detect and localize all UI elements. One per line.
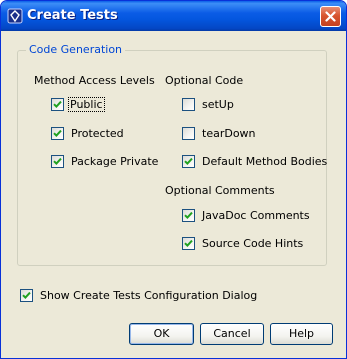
code-generation-legend: Code Generation <box>26 43 126 56</box>
check-icon <box>53 100 62 109</box>
close-button[interactable] <box>320 6 341 27</box>
app-icon <box>7 8 23 24</box>
javadoc-comments-checkbox[interactable] <box>182 209 195 222</box>
public-checkbox[interactable] <box>51 98 64 111</box>
create-tests-dialog: Create Tests Code Generation Method Acce… <box>0 0 347 359</box>
javadoc-comments-label: JavaDoc Comments <box>202 209 310 222</box>
check-icon <box>184 211 193 220</box>
setup-checkbox[interactable] <box>182 98 195 111</box>
protected-label: Protected <box>71 127 124 140</box>
default-method-bodies-checkbox[interactable] <box>182 155 195 168</box>
show-config-dialog-checkbox[interactable] <box>20 289 33 302</box>
teardown-label: tearDown <box>202 127 256 140</box>
teardown-checkbox[interactable] <box>182 127 195 140</box>
check-icon <box>53 157 62 166</box>
title-bar[interactable]: Create Tests <box>1 1 346 31</box>
source-code-hints-checkbox[interactable] <box>182 237 195 250</box>
show-config-dialog-label: Show Create Tests Configuration Dialog <box>40 289 258 302</box>
check-icon <box>53 129 62 138</box>
public-label: Public <box>68 97 105 112</box>
ok-button[interactable]: OK <box>129 323 194 345</box>
optional-code-heading: Optional Code <box>165 74 244 87</box>
method-access-levels-heading: Method Access Levels <box>34 74 155 87</box>
protected-checkbox[interactable] <box>51 127 64 140</box>
check-icon <box>184 239 193 248</box>
package-private-label: Package Private <box>71 155 159 168</box>
setup-label: setUp <box>202 98 234 111</box>
window-title: Create Tests <box>27 8 118 23</box>
optional-comments-heading: Optional Comments <box>165 184 275 197</box>
close-icon <box>325 11 336 22</box>
package-private-checkbox[interactable] <box>51 155 64 168</box>
check-icon <box>22 291 31 300</box>
check-icon <box>184 157 193 166</box>
default-method-bodies-label: Default Method Bodies <box>202 155 328 168</box>
help-button[interactable]: Help <box>270 323 333 345</box>
source-code-hints-label: Source Code Hints <box>202 237 304 250</box>
cancel-button[interactable]: Cancel <box>200 323 264 345</box>
